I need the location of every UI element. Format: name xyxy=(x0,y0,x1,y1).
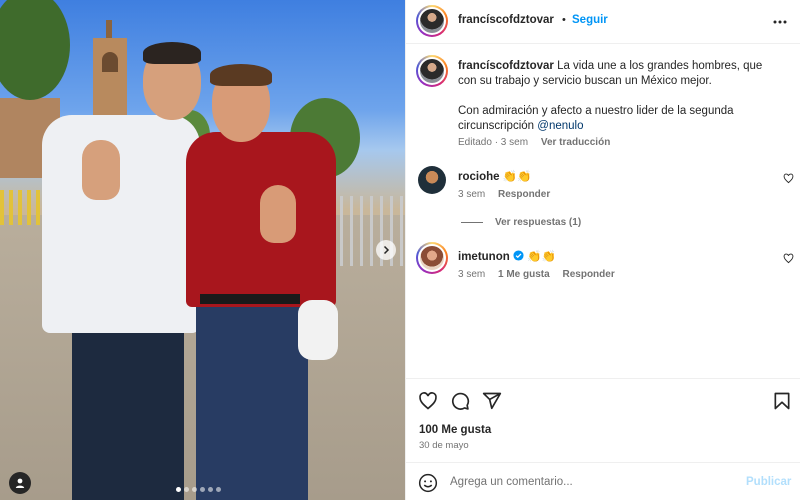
carousel-next-button[interactable] xyxy=(376,240,396,260)
reply-button[interactable]: Responder xyxy=(498,189,550,200)
replies-divider xyxy=(461,222,483,223)
user-tag-icon xyxy=(15,478,25,488)
carousel-dot xyxy=(216,487,221,492)
comment-meta: 3 sem 1 Me gusta Responder xyxy=(458,269,615,280)
likes-count[interactable]: 100 Me gusta xyxy=(419,424,491,436)
photo-barrier xyxy=(340,196,405,266)
more-options-icon[interactable] xyxy=(772,14,788,30)
carousel-dot xyxy=(184,487,189,492)
author-username[interactable]: francíscofdztovar xyxy=(458,14,554,26)
comments-section[interactable]: francíscofdztovar La vida une a los gran… xyxy=(406,45,800,378)
author-avatar[interactable] xyxy=(416,5,448,37)
caption-author-avatar[interactable] xyxy=(416,55,448,87)
reply-button[interactable]: Responder xyxy=(562,269,614,280)
comment-like-heart-icon[interactable] xyxy=(783,173,794,184)
photo-cap xyxy=(298,300,338,360)
post-actions: 100 Me gusta 30 de mayo xyxy=(406,378,800,462)
header-separator: • xyxy=(562,14,566,26)
view-replies-label: Ver respuestas (1) xyxy=(495,217,582,228)
view-replies-button[interactable]: Ver respuestas (1) xyxy=(461,217,581,228)
comment-username[interactable]: imetunon xyxy=(458,251,510,263)
carousel-indicator xyxy=(176,487,221,492)
bookmark-icon[interactable] xyxy=(772,391,792,411)
user-tags-button[interactable] xyxy=(9,472,31,494)
photo-belt xyxy=(200,294,300,304)
photo-person-left xyxy=(72,310,184,500)
comment-avatar[interactable] xyxy=(416,242,448,274)
photo-person-right-hand xyxy=(260,185,296,243)
photo-person-left-shirt xyxy=(42,115,200,333)
photo-person-right-hair xyxy=(210,64,272,86)
comment-like-heart-icon[interactable] xyxy=(783,253,794,264)
post-photo[interactable] xyxy=(0,0,405,500)
comment-text: 👏👏 xyxy=(527,251,556,263)
post-header: francíscofdztovar • Seguir xyxy=(406,0,800,44)
photo-person-left-hair xyxy=(143,42,201,64)
comment-username[interactable]: rociohe xyxy=(458,171,500,183)
share-icon[interactable] xyxy=(482,391,502,411)
photo-person-left-hand xyxy=(82,140,120,200)
carousel-dot xyxy=(200,487,205,492)
photo-tree xyxy=(0,0,70,100)
comment-body: rociohe 👏👏 xyxy=(458,169,531,183)
comment-likes-count[interactable]: 1 Me gusta xyxy=(498,269,550,280)
comment-composer: Publicar xyxy=(406,462,800,500)
carousel-dot xyxy=(176,487,181,492)
caption-edited-time: Editado · 3 sem xyxy=(458,137,529,148)
post-date: 30 de mayo xyxy=(419,440,469,451)
heart-icon[interactable] xyxy=(418,391,438,411)
chevron-right-icon xyxy=(383,245,390,255)
post-side-panel: francíscofdztovar • Seguir francíscofdzt… xyxy=(405,0,800,500)
emoji-icon[interactable] xyxy=(418,473,438,493)
comment-input[interactable] xyxy=(450,473,730,491)
photo-tower-cross xyxy=(106,20,112,40)
follow-button[interactable]: Seguir xyxy=(572,14,608,26)
publish-button[interactable]: Publicar xyxy=(746,476,791,488)
comment-time: 3 sem xyxy=(458,269,486,280)
carousel-dot xyxy=(192,487,197,492)
comment-time: 3 sem xyxy=(458,189,486,200)
comment-meta: 3 sem Responder xyxy=(458,189,550,200)
caption-username[interactable]: francíscofdztovar xyxy=(458,60,554,72)
comment-icon[interactable] xyxy=(450,391,470,411)
caption-meta: Editado · 3 sem Ver traducción xyxy=(458,137,610,148)
carousel-dot xyxy=(208,487,213,492)
comment-body: imetunon 👏👏 xyxy=(458,249,556,263)
caption-line-2: Con admiración y afecto a nuestro lider … xyxy=(458,105,734,132)
photo-fence xyxy=(0,190,44,225)
verified-badge-icon xyxy=(513,250,524,261)
caption-mention[interactable]: @nenulo xyxy=(537,120,583,132)
comment-text: 👏👏 xyxy=(502,171,532,183)
post-caption: francíscofdztovar La vida une a los gran… xyxy=(458,59,778,134)
photo-person-right xyxy=(196,295,308,500)
translate-button[interactable]: Ver traducción xyxy=(541,137,610,148)
comment-avatar[interactable] xyxy=(418,166,446,194)
